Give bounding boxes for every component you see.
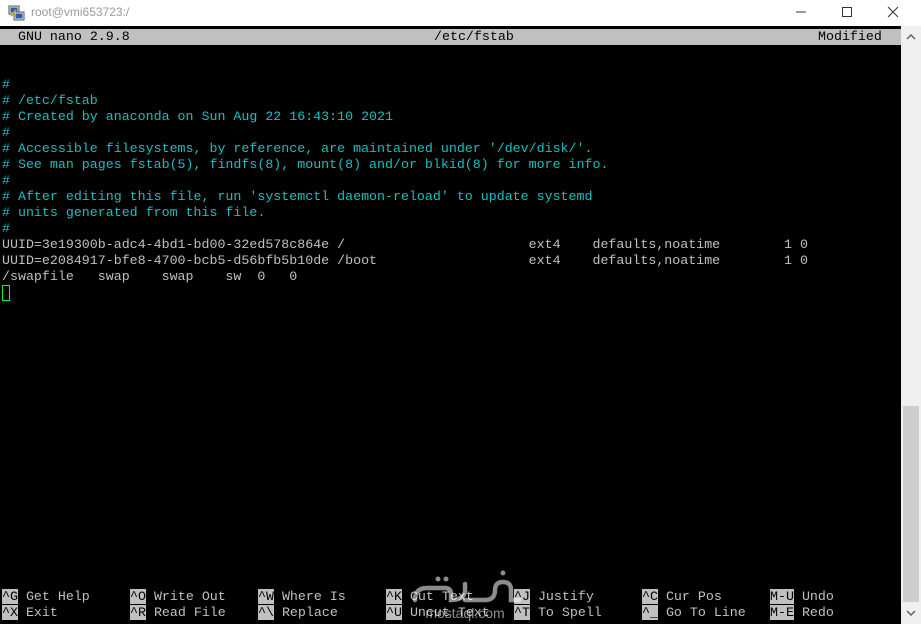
minimize-button[interactable]	[778, 0, 824, 26]
shortcut-label: Read File	[153, 605, 226, 620]
shortcut-label: Redo	[801, 605, 834, 620]
comment-line: #	[2, 77, 10, 92]
shortcut-key: ^K	[386, 589, 402, 604]
comment-line: # units generated from this file.	[2, 205, 266, 220]
shortcut-read-file: ^R Read File	[130, 605, 226, 621]
comment-line: #	[2, 125, 10, 140]
shortcut-go-to-line: ^_ Go To Line	[642, 605, 746, 621]
shortcut-key: ^_	[642, 605, 658, 620]
shortcut-replace: ^\ Replace	[258, 605, 338, 621]
shortcut-key: ^G	[2, 589, 18, 604]
text-cursor	[2, 285, 10, 301]
nano-modified-status: Modified	[818, 29, 882, 44]
window-title: root@vmi653723:/	[31, 5, 130, 19]
config-line: UUID=e2084917-bfe8-4700-bcb5-d56bfb5b10d…	[2, 253, 808, 268]
shortcut-key: ^U	[386, 605, 402, 620]
shortcut-write-out: ^O Write Out	[130, 589, 226, 605]
watermark-text: mostaql.com	[425, 605, 504, 621]
maximize-button[interactable]	[824, 0, 870, 26]
comment-line: #	[2, 221, 10, 236]
shortcut-key: ^R	[130, 605, 146, 620]
scroll-down-arrow-icon[interactable]	[906, 608, 916, 618]
shortcut-label: Justify	[537, 589, 594, 604]
nano-filename: /etc/fstab	[434, 29, 514, 44]
minimize-icon	[796, 11, 806, 13]
scroll-up-arrow-icon[interactable]	[906, 32, 916, 42]
close-icon	[887, 6, 899, 18]
shortcut-key: ^W	[258, 589, 274, 604]
shortcut-key: ^O	[130, 589, 146, 604]
shortcut-undo: M-U Undo	[770, 589, 834, 605]
comment-line: # Created by anaconda on Sun Aug 22 16:4…	[2, 109, 393, 124]
comment-line: # See man pages fstab(5), findfs(8), mou…	[2, 157, 609, 172]
shortcut-key: ^\	[258, 605, 274, 620]
shortcut-label: To Spell	[537, 605, 602, 620]
close-button[interactable]	[870, 0, 916, 26]
shortcut-label: Cur Pos	[665, 589, 722, 604]
shortcut-label: Write Out	[153, 589, 226, 604]
mostaql-watermark: mostaql.com	[412, 570, 522, 621]
maximize-icon	[842, 7, 852, 17]
shortcut-label: Go To Line	[665, 605, 746, 620]
comment-line: #	[2, 173, 10, 188]
window-titlebar[interactable]: root@vmi653723:/	[0, 0, 921, 26]
comment-line: # After editing this file, run 'systemct…	[2, 189, 593, 204]
config-line: UUID=3e19300b-adc4-4bd1-bd00-32ed578c864…	[2, 237, 808, 252]
shortcut-cur-pos: ^C Cur Pos	[642, 589, 722, 605]
putty-app-icon[interactable]	[8, 4, 26, 22]
shortcut-key: M-U	[770, 589, 794, 604]
shortcut-label: Exit	[25, 605, 58, 620]
shortcut-redo: M-E Redo	[770, 605, 834, 621]
shortcut-key: ^X	[2, 605, 18, 620]
shortcut-key: M-E	[770, 605, 794, 620]
shortcut-label: Where Is	[281, 589, 346, 604]
shortcut-label: Replace	[281, 605, 338, 620]
shortcut-label: Undo	[801, 589, 834, 604]
comment-line: # Accessible filesystems, by reference, …	[2, 141, 593, 156]
shortcut-label: Get Help	[25, 589, 90, 604]
scrollbar-thumb[interactable]	[903, 406, 919, 602]
terminal-area[interactable]: GNU nano 2.9.8 /etc/fstab Modified # # /e…	[0, 26, 901, 624]
shortcut-where-is: ^W Where Is	[258, 589, 346, 605]
nano-header-bar: GNU nano 2.9.8 /etc/fstab Modified	[0, 29, 901, 45]
nano-version: GNU nano 2.9.8	[18, 29, 130, 44]
shortcut-get-help: ^G Get Help	[2, 589, 90, 605]
shortcut-to-spell: ^T To Spell	[514, 605, 602, 621]
vertical-scrollbar[interactable]	[901, 26, 921, 624]
comment-line: # /etc/fstab	[2, 93, 98, 108]
config-line: /swapfile swap swap sw 0 0	[2, 269, 298, 284]
shortcut-key: ^C	[642, 589, 658, 604]
shortcut-exit: ^X Exit	[2, 605, 58, 621]
shortcut-justify: ^J Justify	[514, 589, 594, 605]
